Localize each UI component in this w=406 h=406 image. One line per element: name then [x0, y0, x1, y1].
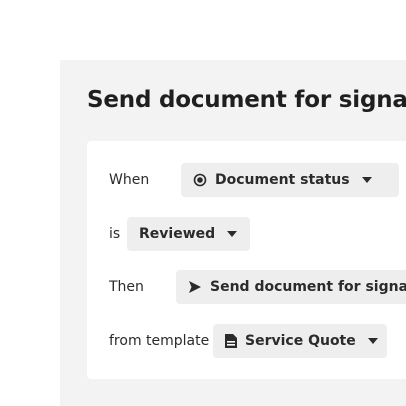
status-dropdown-label: Reviewed — [139, 226, 216, 242]
trigger-dropdown-label: Document status — [215, 172, 350, 188]
then-label: Then — [109, 279, 144, 295]
automation-panel: Send document for signatu When Document … — [60, 60, 406, 406]
action-dropdown[interactable]: Send document for signature — [176, 270, 406, 304]
status-dropdown[interactable]: Reviewed — [127, 217, 250, 251]
when-label: When — [109, 172, 150, 188]
is-label: is — [109, 226, 121, 242]
template-dropdown[interactable]: Service Quote — [213, 324, 387, 358]
template-label: from template — [109, 333, 210, 349]
radio-icon — [193, 173, 207, 187]
send-icon — [188, 280, 202, 294]
chevron-down-icon — [227, 231, 238, 237]
page-title: Send document for signatu — [87, 87, 406, 113]
trigger-dropdown[interactable]: Document status — [181, 163, 399, 197]
template-dropdown-label: Service Quote — [245, 333, 356, 349]
document-icon — [225, 334, 237, 348]
chevron-down-icon — [361, 177, 372, 183]
rule-card: When Document status is Reviewed Then Se… — [87, 141, 406, 379]
chevron-down-icon — [367, 338, 378, 344]
action-dropdown-label: Send document for signature — [210, 279, 406, 295]
